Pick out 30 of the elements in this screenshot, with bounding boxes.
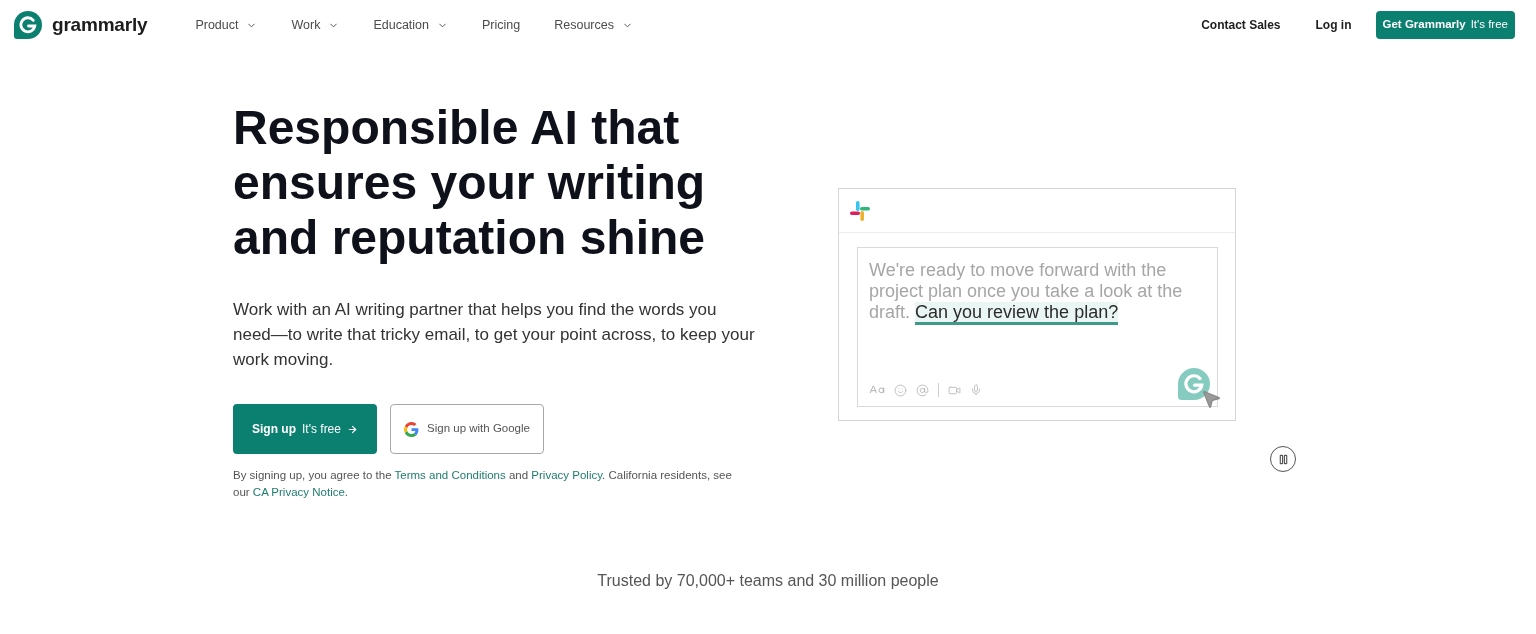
cursor-icon	[1200, 388, 1222, 410]
arrow-right-icon	[347, 423, 358, 435]
nav-menu-item[interactable]: Education	[373, 15, 448, 35]
smiley-icon[interactable]	[894, 383, 907, 397]
pause-icon	[1277, 453, 1289, 465]
nav-menu-item[interactable]: Work	[291, 15, 340, 35]
legal-notice: By signing up, you agree to the Terms and Conditions and Privacy Policy. California residents, see our CA Privacy Notice.	[233, 468, 733, 500]
nav-menu-item[interactable]: Resources	[554, 15, 633, 35]
google-sign-up-button[interactable]: Sign up with Google	[390, 404, 544, 454]
nav-link[interactable]: Log in	[1315, 16, 1352, 34]
g-logo-icon	[14, 11, 42, 39]
brand-wordmark[interactable]: grammarly	[52, 10, 148, 40]
suggestion-highlight: Can you review the plan?	[915, 302, 1119, 325]
g-bubble-icon[interactable]	[1178, 368, 1210, 400]
hero-heading: Responsible AI that ensures your writing and reputation shine	[233, 100, 707, 265]
multicolor-g-icon	[404, 421, 420, 437]
nav-menu-item[interactable]: Pricing	[482, 15, 521, 35]
at-sign-icon[interactable]	[916, 383, 929, 397]
microphone-icon[interactable]	[970, 384, 982, 396]
trust-statement: Trusted by 70,000+ teams and 30 million people	[596, 571, 940, 591]
sign-up-button[interactable]: Sign up It's free	[233, 404, 377, 454]
legal-link[interactable]: Terms and Conditions	[394, 469, 506, 481]
nav-menu-item[interactable]: Product	[195, 15, 258, 35]
message-text: We're ready to move forward with the project plan once you take a look at the draft. Can you review the plan?	[869, 260, 1203, 323]
nav-link[interactable]: Contact Sales	[1201, 16, 1281, 34]
hero-description: Work with an AI writing partner that helps you find the words you need—to write that tricky email, to get your point across, to keep your work moving.	[233, 299, 756, 371]
message-input[interactable]: We're ready to move forward with the project plan once you take a look at the draft. Can you review the plan?	[857, 247, 1218, 407]
get-grammarly-button[interactable]: Get Grammarly It's free	[1375, 11, 1515, 39]
legal-link[interactable]: CA Privacy Notice	[252, 486, 345, 498]
colorful-hash-icon	[850, 200, 870, 221]
